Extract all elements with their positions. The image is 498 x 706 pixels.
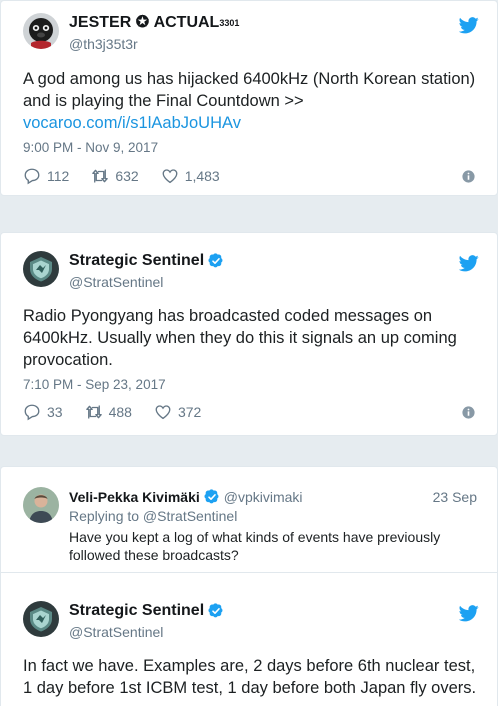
author-handle[interactable]: @StratSentinel [69, 623, 224, 641]
reply-count: 112 [47, 168, 70, 184]
like-count: 372 [177, 404, 202, 420]
retweet-count: 632 [115, 168, 139, 184]
verified-badge-icon [208, 603, 224, 619]
tweet-text: In fact we have. Examples are, 2 days be… [23, 657, 477, 697]
heart-icon [161, 167, 179, 185]
reply-text: Have you kept a log of what kinds of eve… [69, 529, 441, 563]
info-icon[interactable] [462, 170, 475, 183]
retweet-count: 488 [108, 404, 132, 420]
reply-icon [23, 167, 41, 185]
author-name[interactable]: Strategic Sentinel [69, 601, 224, 621]
like-count: 1,483 [184, 168, 220, 184]
twitter-bird-icon[interactable] [459, 605, 479, 622]
reply-button[interactable]: 33 [23, 403, 63, 421]
tweet-timestamp[interactable]: 9:00 PM - Nov 9, 2017 [23, 140, 158, 155]
author-handle[interactable]: @StratSentinel [69, 273, 224, 291]
retweet-button[interactable]: 488 [85, 403, 132, 421]
reply-button[interactable]: 112 [23, 167, 69, 185]
thread-card[interactable]: Veli-Pekka Kivimäki @vpkivimaki 23 Sep R… [0, 466, 498, 706]
tweet-text: A god among us has hijacked 6400kHz (Nor… [23, 68, 483, 134]
reply-date[interactable]: 23 Sep [433, 489, 477, 505]
info-icon[interactable] [462, 406, 475, 419]
author-handle[interactable]: @th3j35t3r [69, 35, 239, 53]
like-button[interactable]: 372 [154, 403, 201, 421]
retweet-icon [85, 403, 103, 421]
tweet-link[interactable]: vocaroo.com/i/s1lAabJoUHAv [23, 112, 483, 134]
verified-badge-icon [204, 489, 220, 505]
tweet-card-jester[interactable]: JESTER ✪ ACTUAL 3301 @th3j35t3r A god amo… [0, 0, 498, 196]
avatar[interactable] [23, 601, 59, 637]
avatar[interactable] [23, 251, 59, 287]
twitter-bird-icon[interactable] [459, 255, 479, 272]
star-symbol: ✪ [135, 14, 150, 31]
author-name[interactable]: Veli-Pekka Kivimäki @vpkivimaki [69, 489, 303, 505]
tweet-card-strat-sentinel[interactable]: Strategic Sentinel @StratSentinel Radio … [0, 232, 498, 436]
tweet-timestamp[interactable]: 7:10 PM - Sep 23, 2017 [23, 377, 166, 392]
heart-icon [154, 403, 172, 421]
replying-to[interactable]: Replying to @StratSentinel [69, 508, 237, 524]
author-name[interactable]: JESTER ✪ ACTUAL 3301 [69, 13, 239, 33]
avatar[interactable] [23, 487, 59, 523]
avatar[interactable] [23, 13, 59, 49]
retweet-icon [91, 167, 109, 185]
tweet-text: Radio Pyongyang has broadcasted coded me… [23, 307, 457, 369]
reply-count: 33 [47, 404, 63, 420]
author-name[interactable]: Strategic Sentinel [69, 251, 224, 271]
retweet-button[interactable]: 632 [91, 167, 139, 185]
twitter-bird-icon[interactable] [459, 17, 479, 34]
reply-icon [23, 403, 41, 421]
like-button[interactable]: 1,483 [161, 167, 220, 185]
author-handle[interactable]: @vpkivimaki [224, 489, 303, 505]
verified-badge-icon [208, 253, 224, 269]
reply-tweet[interactable]: Veli-Pekka Kivimäki @vpkivimaki 23 Sep R… [1, 467, 497, 573]
